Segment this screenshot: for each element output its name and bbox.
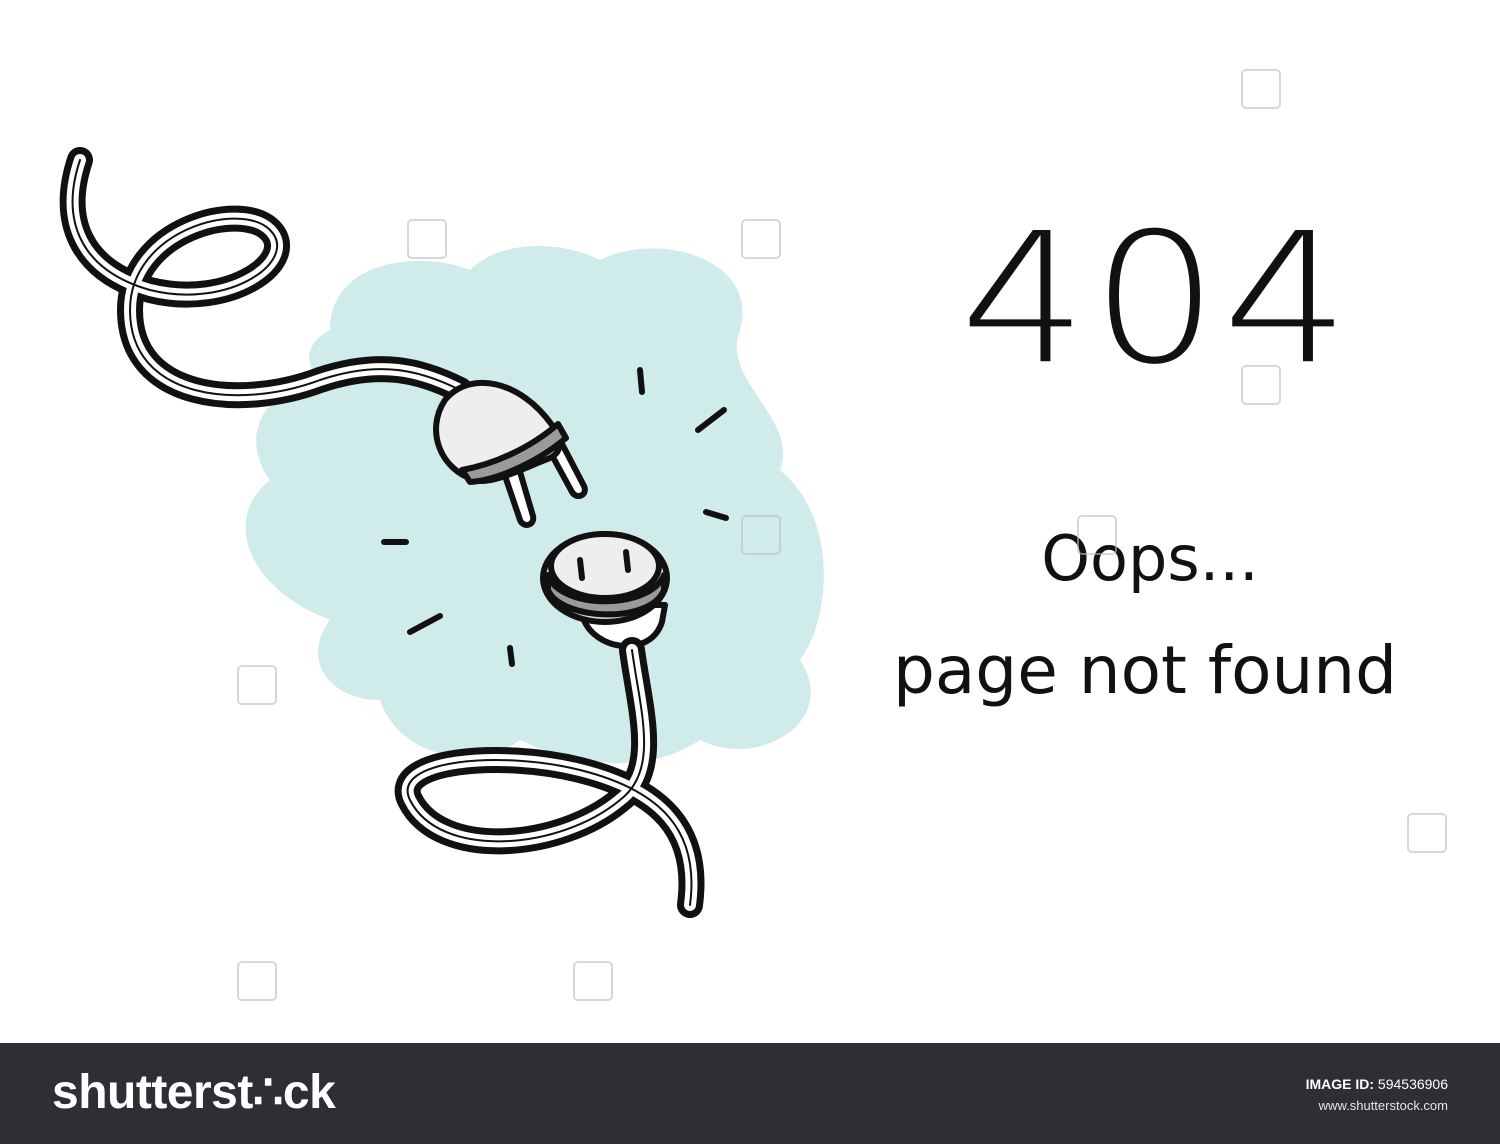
error-message: page not found bbox=[892, 632, 1398, 709]
shutterstock-logo[interactable]: shutterst∴ck bbox=[52, 1069, 336, 1117]
image-id-label: IMAGE ID: bbox=[1305, 1076, 1375, 1092]
stock-image-page: 404 Oops... page not found shutterst∴ck … bbox=[0, 0, 1500, 1144]
image-meta: IMAGE ID: 594536906 www.shutterstock.com bbox=[1306, 1075, 1448, 1115]
cloud-blob bbox=[245, 246, 824, 764]
error-page-canvas: 404 Oops... page not found bbox=[0, 0, 1500, 1043]
stock-footer-bar: shutterst∴ck IMAGE ID: 594536906 www.shu… bbox=[0, 1043, 1500, 1144]
site-url[interactable]: www.shutterstock.com bbox=[1306, 1097, 1448, 1115]
image-id-row: IMAGE ID: 594536906 bbox=[1306, 1075, 1448, 1093]
unplugged-cord-illustration bbox=[59, 147, 824, 918]
error-code: 404 bbox=[960, 194, 1354, 405]
error-title: Oops... bbox=[1041, 522, 1259, 595]
image-id-value: 594536906 bbox=[1377, 1076, 1448, 1092]
